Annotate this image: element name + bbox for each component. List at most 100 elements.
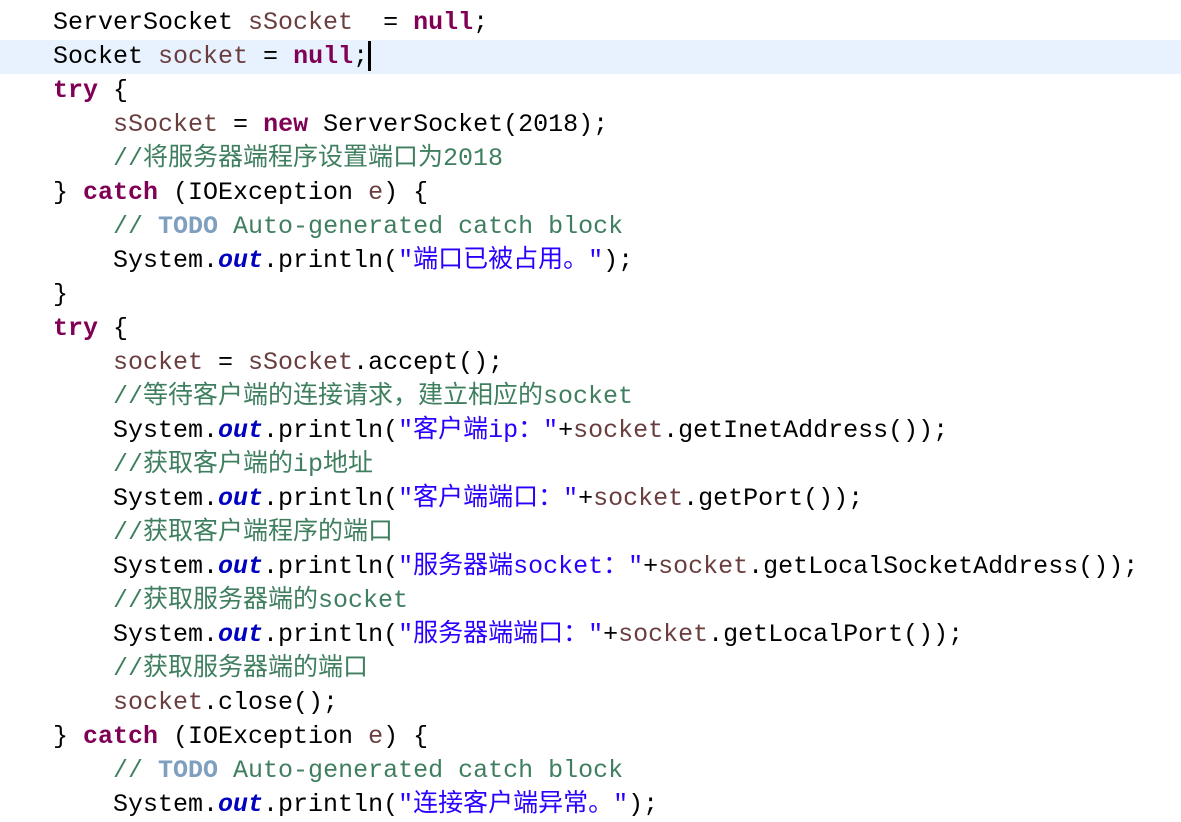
- code-text: ;: [473, 8, 489, 37]
- code-line[interactable]: System.out.println("客户端端口："+socket.getPo…: [0, 482, 1181, 516]
- code-text: System.: [53, 416, 219, 445]
- code-text: (IOException: [158, 178, 369, 207]
- code-line[interactable]: // TODO Auto-generated catch block: [0, 754, 1181, 788]
- keyword: try: [53, 76, 99, 105]
- code-text: +: [603, 620, 619, 649]
- todo-tag: TODO: [158, 756, 219, 785]
- code-text: .getPort());: [683, 484, 864, 513]
- code-line[interactable]: // TODO Auto-generated catch block: [0, 210, 1181, 244]
- code-text: +: [578, 484, 594, 513]
- keyword: catch: [83, 722, 159, 751]
- code-line[interactable]: //获取服务器端的端口: [0, 652, 1181, 686]
- code-line[interactable]: } catch (IOException e) {: [0, 176, 1181, 210]
- code-line[interactable]: ServerSocket sSocket = null;: [0, 6, 1181, 40]
- comment: //获取客户端程序的端口: [113, 518, 394, 547]
- code-text: ;: [353, 42, 369, 71]
- comment: Auto-generated catch block: [218, 756, 624, 785]
- code-text: (IOException: [158, 722, 369, 751]
- code-line[interactable]: //获取客户端的ip地址: [0, 448, 1181, 482]
- code-text: Socket: [53, 42, 159, 71]
- static-field: out: [218, 246, 264, 275]
- code-line[interactable]: System.out.println("端口已被占用。");: [0, 244, 1181, 278]
- comment: //获取服务器端的端口: [113, 654, 369, 683]
- code-text: ) {: [383, 722, 429, 751]
- code-text: System.: [53, 484, 219, 513]
- variable: sSocket: [113, 110, 219, 139]
- variable: socket: [113, 688, 204, 717]
- variable: sSocket: [248, 8, 354, 37]
- code-line[interactable]: sSocket = new ServerSocket(2018);: [0, 108, 1181, 142]
- comment: //等待客户端的连接请求，建立相应的socket: [113, 382, 634, 411]
- keyword: catch: [83, 178, 159, 207]
- code-text: System.: [53, 246, 219, 275]
- code-text: ServerSocket: [53, 8, 249, 37]
- code-line-current[interactable]: Socket socket = null;: [0, 40, 1181, 74]
- variable: socket: [618, 620, 709, 649]
- string-literal: "服务器端端口：": [398, 620, 604, 649]
- code-text: ServerSocket(2018);: [308, 110, 609, 139]
- code-text: =: [203, 348, 249, 377]
- keyword: new: [263, 110, 309, 139]
- todo-tag: TODO: [158, 212, 219, 241]
- code-text: }: [53, 178, 84, 207]
- code-line[interactable]: //等待客户端的连接请求，建立相应的socket: [0, 380, 1181, 414]
- code-text: .println(: [263, 620, 399, 649]
- code-text: .getLocalPort());: [708, 620, 964, 649]
- static-field: out: [218, 620, 264, 649]
- comment: //获取服务器端的socket: [113, 586, 409, 615]
- code-text: }: [53, 280, 69, 309]
- code-text: );: [603, 246, 634, 275]
- static-field: out: [218, 484, 264, 513]
- code-text: {: [98, 76, 129, 105]
- string-literal: "端口已被占用。": [398, 246, 604, 275]
- code-text: .println(: [263, 246, 399, 275]
- code-line[interactable]: socket.close();: [0, 686, 1181, 720]
- code-line[interactable]: //将服务器端程序设置端口为2018: [0, 142, 1181, 176]
- comment: //: [113, 756, 159, 785]
- code-editor[interactable]: ServerSocket sSocket = null; Socket socke…: [0, 6, 1181, 822]
- code-text: .println(: [263, 790, 399, 819]
- code-line[interactable]: try {: [0, 74, 1181, 108]
- code-line[interactable]: socket = sSocket.accept();: [0, 346, 1181, 380]
- variable: socket: [593, 484, 684, 513]
- keyword: null: [413, 8, 474, 37]
- static-field: out: [218, 790, 264, 819]
- keyword: try: [53, 314, 99, 343]
- variable: sSocket: [248, 348, 354, 377]
- static-field: out: [218, 552, 264, 581]
- code-line[interactable]: System.out.println("服务器端端口："+socket.getL…: [0, 618, 1181, 652]
- code-line[interactable]: //获取服务器端的socket: [0, 584, 1181, 618]
- code-line[interactable]: try {: [0, 312, 1181, 346]
- variable: socket: [113, 348, 204, 377]
- code-text: .println(: [263, 552, 399, 581]
- code-text: .println(: [263, 416, 399, 445]
- comment: Auto-generated catch block: [218, 212, 624, 241]
- code-text: System.: [53, 620, 219, 649]
- code-text: .getLocalSocketAddress());: [748, 552, 1139, 581]
- code-text: .close();: [203, 688, 339, 717]
- variable: e: [368, 178, 384, 207]
- variable: socket: [158, 42, 249, 71]
- code-text: =: [353, 8, 414, 37]
- code-line[interactable]: }: [0, 278, 1181, 312]
- code-text: ) {: [383, 178, 429, 207]
- code-text: .accept();: [353, 348, 504, 377]
- code-line[interactable]: System.out.println("服务器端socket："+socket.…: [0, 550, 1181, 584]
- code-line[interactable]: } catch (IOException e) {: [0, 720, 1181, 754]
- static-field: out: [218, 416, 264, 445]
- string-literal: "服务器端socket：": [398, 552, 644, 581]
- code-line[interactable]: System.out.println("客户端ip："+socket.getIn…: [0, 414, 1181, 448]
- code-text: System.: [53, 552, 219, 581]
- comment: //将服务器端程序设置端口为2018: [113, 144, 504, 173]
- code-text: =: [248, 42, 294, 71]
- variable: socket: [658, 552, 749, 581]
- code-line[interactable]: //获取客户端程序的端口: [0, 516, 1181, 550]
